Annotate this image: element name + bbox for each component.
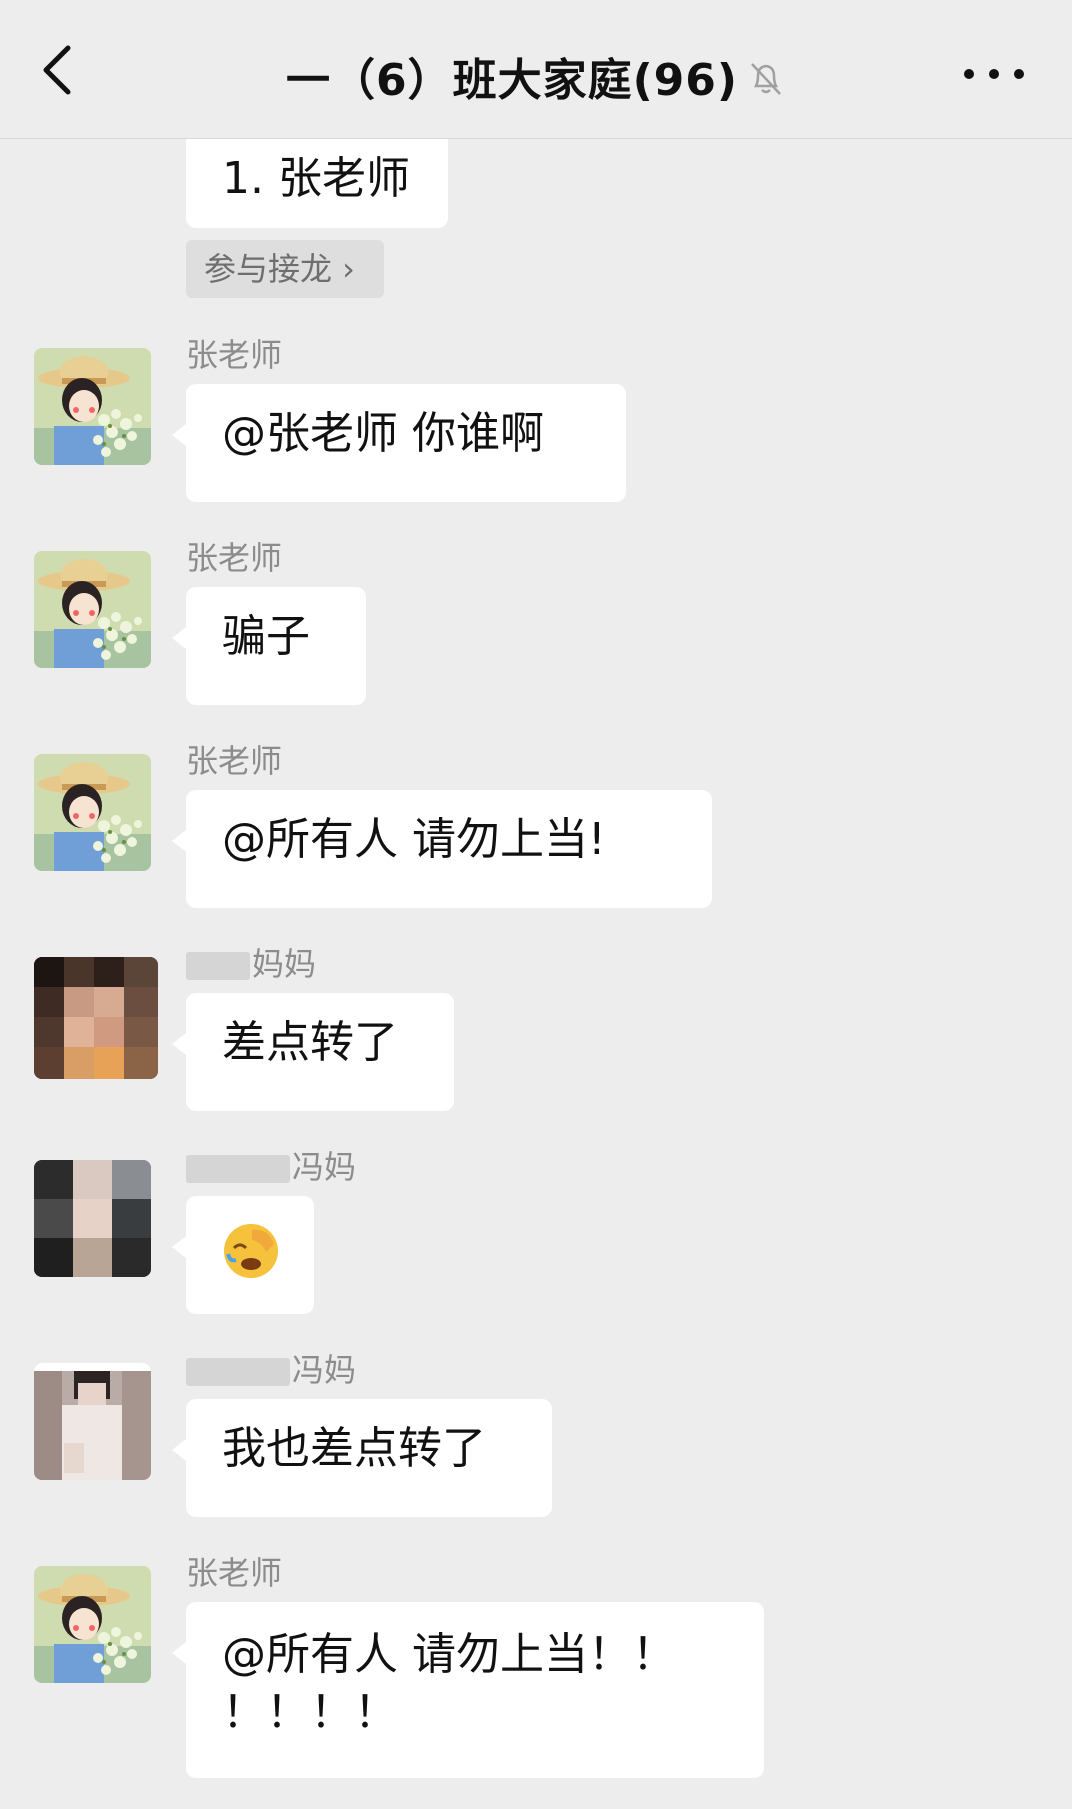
avatar-parent[interactable] xyxy=(34,1363,151,1480)
message-text: 骗子 xyxy=(222,611,310,662)
sender-name: 张老师 xyxy=(186,742,283,780)
ellipsis-icon xyxy=(1014,69,1024,79)
join-solitaire-button[interactable]: 参与接龙 › xyxy=(186,240,384,298)
sender-name: 妈妈 xyxy=(252,945,317,983)
message-bubble[interactable]: 我也差点转了 xyxy=(172,1399,552,1517)
ellipsis-icon xyxy=(964,69,974,79)
facepalm-emoji-icon xyxy=(224,1224,278,1278)
teacher-avatar-image xyxy=(34,551,151,668)
blurred-name xyxy=(186,1155,290,1183)
message-bubble[interactable]: @所有人 请勿上当! xyxy=(172,790,712,908)
chat-title: 一（6）班大家庭(96) xyxy=(0,44,1072,109)
message-text: @所有人 请勿上当! xyxy=(222,814,606,865)
ellipsis-icon xyxy=(989,69,999,79)
pixelated-avatar-image xyxy=(34,1363,151,1480)
message-text-line: @所有人 请勿上当！！ xyxy=(222,1629,676,1680)
pixelated-avatar-image xyxy=(34,1160,151,1277)
more-options-button[interactable] xyxy=(962,52,1032,92)
bell-off-icon xyxy=(746,58,786,109)
sender-name: 张老师 xyxy=(186,336,283,374)
chat-title-text: 一（6）班大家庭(96) xyxy=(285,55,739,106)
message-bubble[interactable]: 骗子 xyxy=(172,587,366,705)
avatar-parent[interactable] xyxy=(34,957,158,1079)
message-text: 差点转了 xyxy=(222,1017,398,1068)
message-bubble[interactable]: 差点转了 xyxy=(172,993,454,1111)
message-bubble[interactable]: 🤦 xyxy=(172,1196,314,1314)
avatar-teacher[interactable] xyxy=(34,551,151,668)
sender-name: 张老师 xyxy=(186,539,283,577)
avatar-teacher[interactable] xyxy=(34,754,151,871)
sender-name: 冯妈 xyxy=(292,1148,357,1186)
teacher-avatar-image xyxy=(34,1566,151,1683)
message-bubble[interactable]: @张老师 你谁啊 xyxy=(172,384,626,502)
teacher-avatar-image xyxy=(34,348,151,465)
avatar-teacher[interactable] xyxy=(34,1566,151,1683)
avatar-teacher[interactable] xyxy=(34,348,151,465)
message-bubble[interactable]: @所有人 请勿上当！！ ！！！！ xyxy=(172,1602,764,1778)
solitaire-item: 1. 张老师 xyxy=(222,153,410,204)
message-text: 我也差点转了 xyxy=(222,1423,486,1474)
teacher-avatar-image xyxy=(34,754,151,871)
message-text-line: ！！！！ xyxy=(222,1687,398,1738)
blurred-name xyxy=(186,952,250,980)
chat-feed[interactable]: 1. 张老师 参与接龙 › 张老师 @张老师 你谁啊 张老师 骗子 张老师 @所… xyxy=(0,0,1072,1809)
chat-header: 一（6）班大家庭(96) xyxy=(0,0,1072,139)
avatar-parent[interactable] xyxy=(34,1160,151,1277)
blurred-name xyxy=(186,1358,290,1386)
message-text: @张老师 你谁啊 xyxy=(222,408,544,459)
pixelated-avatar-image xyxy=(34,957,158,1079)
sender-name: 冯妈 xyxy=(292,1351,357,1389)
sender-name: 张老师 xyxy=(186,1554,283,1592)
